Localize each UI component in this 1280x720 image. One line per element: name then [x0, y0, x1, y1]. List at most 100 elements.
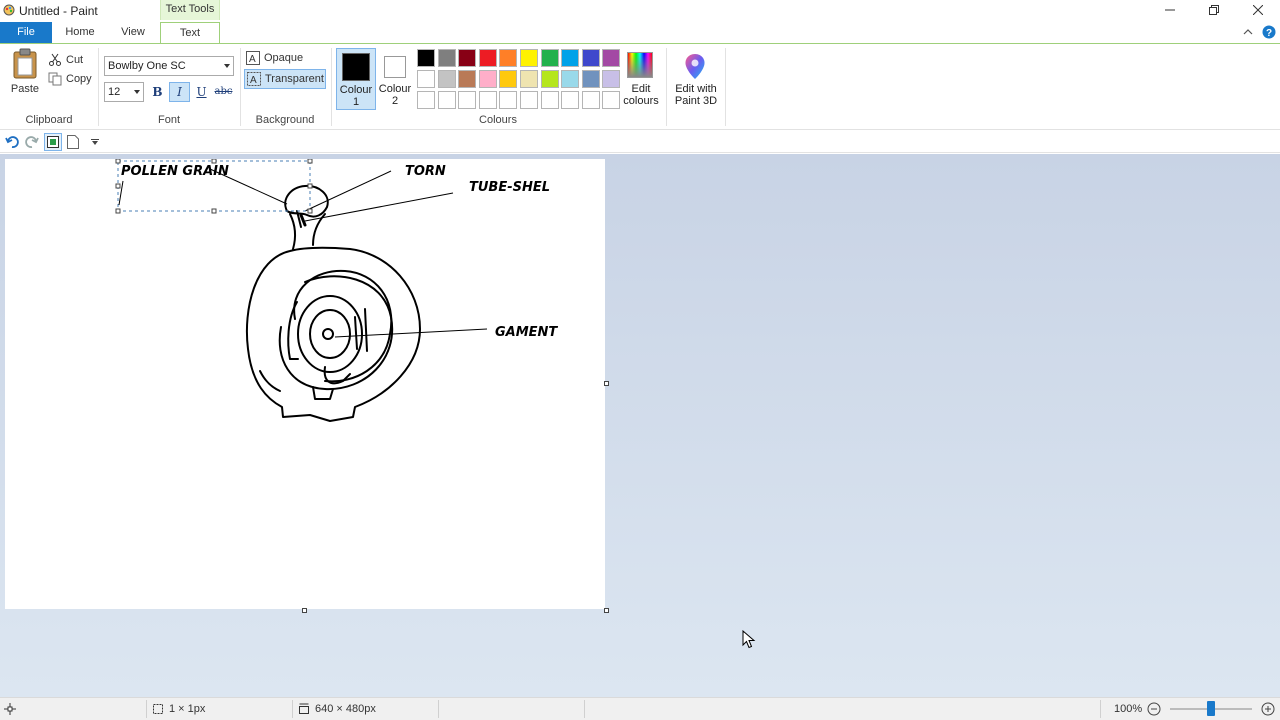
edit-colours-line2: colours [623, 95, 659, 107]
status-separator [1100, 700, 1101, 718]
paint3d-line2: Paint 3D [674, 95, 718, 107]
drawing-canvas[interactable]: POLLEN GRAIN TORN TUBE-SHEL GAMENT [5, 158, 605, 609]
minimize-button[interactable] [1148, 0, 1192, 20]
zoom-slider-thumb[interactable] [1207, 701, 1215, 716]
opaque-button[interactable]: A Opaque [246, 50, 303, 66]
resize-handle[interactable] [211, 208, 217, 214]
palette-swatch[interactable] [458, 91, 477, 109]
cursor-position-icon [4, 703, 16, 715]
palette-swatch[interactable] [581, 49, 600, 67]
palette-swatch[interactable] [458, 70, 477, 88]
palette-swatch[interactable] [478, 91, 497, 109]
palette-swatch[interactable] [561, 91, 580, 109]
zoom-level-value: 100% [1114, 703, 1143, 715]
palette-swatch[interactable] [520, 49, 538, 67]
scissors-icon [49, 53, 61, 66]
palette-swatch[interactable] [437, 91, 456, 109]
palette-swatch[interactable] [602, 49, 621, 67]
resize-handle[interactable] [307, 208, 313, 214]
edit-colours-button[interactable]: Edit colours [622, 48, 660, 110]
strikethrough-button[interactable]: abc [213, 82, 234, 102]
status-separator [292, 700, 293, 718]
customize-dropdown-icon[interactable] [91, 139, 99, 145]
close-button[interactable] [1236, 0, 1280, 20]
palette-swatch[interactable] [417, 91, 435, 109]
font-size-value: 12 [108, 86, 121, 98]
resize-handle[interactable] [211, 158, 217, 164]
palette-swatch[interactable] [540, 91, 559, 109]
paint-app-icon[interactable] [3, 4, 15, 16]
italic-button[interactable]: I [169, 82, 190, 102]
colour-1-label: Colour [339, 84, 373, 96]
font-family-value: Bowlby One SC [108, 60, 186, 72]
window-title: Untitled - Paint [19, 4, 98, 18]
help-icon[interactable]: ? [1262, 25, 1276, 39]
palette-swatch[interactable] [478, 49, 497, 67]
palette-swatch[interactable] [417, 49, 435, 67]
undo-icon[interactable] [5, 135, 19, 149]
zoom-out-icon[interactable] [1147, 702, 1161, 716]
palette-swatch[interactable] [581, 70, 600, 88]
bold-button[interactable]: B [147, 82, 168, 102]
font-size-select[interactable]: 12 [104, 82, 144, 102]
redo-icon[interactable] [25, 135, 39, 149]
palette-swatch[interactable] [499, 91, 518, 109]
canvas-size-value: 640 × 480px [315, 703, 376, 715]
new-page-icon[interactable] [67, 135, 79, 149]
colour-1-button[interactable]: Colour 1 [336, 48, 376, 110]
canvas-resize-handle-right[interactable] [604, 381, 609, 386]
palette-swatch[interactable] [499, 70, 518, 88]
zoom-in-icon[interactable] [1261, 702, 1275, 716]
resize-handle[interactable] [307, 183, 313, 189]
tab-text[interactable]: Text [160, 22, 220, 44]
paste-label: Paste [10, 83, 40, 95]
canvas-resize-handle-corner[interactable] [604, 608, 609, 613]
palette-swatch[interactable] [417, 70, 435, 88]
svg-text:?: ? [1266, 28, 1272, 39]
opaque-icon: A [246, 51, 260, 65]
palette-swatch[interactable] [437, 49, 456, 67]
palette-swatch[interactable] [499, 49, 518, 67]
palette-swatch[interactable] [561, 70, 580, 88]
canvas-resize-handle-bottom[interactable] [302, 608, 307, 613]
edit-with-paint3d-button[interactable]: Edit with Paint 3D [670, 48, 722, 110]
resize-handle[interactable] [115, 208, 121, 214]
cut-button[interactable]: Cut [48, 52, 83, 68]
transparent-button[interactable]: A Transparent [244, 69, 326, 89]
selection-size-icon [153, 704, 163, 714]
paint3d-icon [685, 54, 705, 79]
colour-2-button[interactable]: Colour 2 [378, 48, 412, 110]
palette-swatch[interactable] [520, 70, 538, 88]
tab-home[interactable]: Home [54, 22, 106, 44]
copy-button[interactable]: Copy [48, 71, 92, 87]
svg-text:A: A [249, 54, 256, 65]
palette-swatch[interactable] [458, 49, 477, 67]
resize-handle[interactable] [115, 158, 121, 164]
pollen-grain-label: POLLEN GRAIN [121, 164, 229, 179]
copy-label: Copy [66, 73, 92, 85]
palette-swatch[interactable] [581, 91, 600, 109]
palette-swatch[interactable] [520, 91, 538, 109]
ribbon: Paste Cut Copy Clipboard Bowlby One SC 1… [0, 44, 1280, 130]
font-family-select[interactable]: Bowlby One SC [104, 56, 234, 76]
pollen-grain-drawing: POLLEN GRAIN TORN TUBE-SHEL GAMENT [115, 158, 558, 422]
font-group-label: Font [157, 114, 180, 126]
paste-button[interactable]: Paste [6, 48, 44, 100]
underline-button[interactable]: U [191, 82, 212, 102]
collapse-ribbon-icon[interactable] [1243, 28, 1253, 36]
palette-swatch[interactable] [478, 70, 497, 88]
qat-tool-button[interactable] [44, 133, 62, 151]
resize-handle[interactable] [115, 183, 121, 189]
resize-handle[interactable] [307, 158, 313, 164]
palette-swatch[interactable] [561, 49, 580, 67]
tab-view[interactable]: View [108, 22, 158, 44]
restore-button[interactable] [1192, 0, 1236, 20]
tab-file[interactable]: File [0, 22, 52, 44]
restore-icon [1209, 5, 1219, 15]
frame-icon [47, 136, 59, 148]
palette-swatch[interactable] [540, 70, 559, 88]
palette-swatch[interactable] [437, 70, 456, 88]
palette-swatch[interactable] [540, 49, 559, 67]
colour-spectrum-icon [627, 52, 653, 78]
edit-colours-line1: Edit [631, 83, 651, 95]
